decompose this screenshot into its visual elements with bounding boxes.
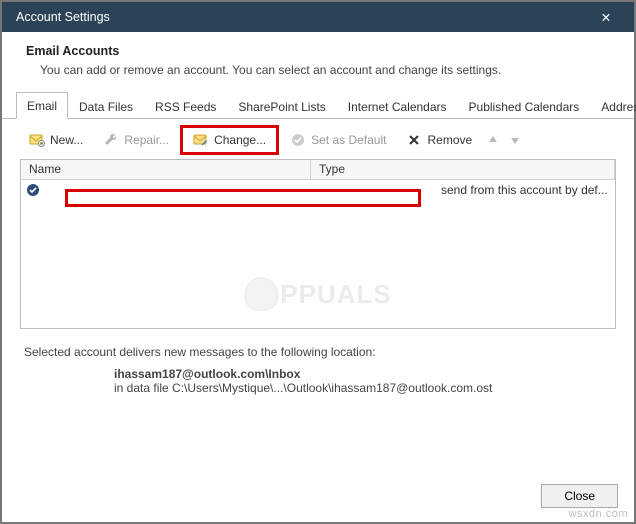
tab-internet-calendars[interactable]: Internet Calendars — [337, 93, 458, 119]
set-default-button-label: Set as Default — [311, 133, 386, 147]
account-name-redacted — [65, 189, 421, 207]
remove-button-label: Remove — [427, 133, 472, 147]
close-icon: ✕ — [601, 10, 611, 25]
wrench-icon — [103, 132, 119, 148]
delivery-location-label: Selected account delivers new messages t… — [24, 345, 612, 359]
delivery-path: in data file C:\Users\Mystique\...\Outlo… — [114, 381, 612, 395]
accounts-list: Name Type send from this account by def.… — [20, 159, 616, 329]
page-subtitle: You can add or remove an account. You ca… — [40, 63, 614, 77]
close-button[interactable]: Close — [541, 484, 618, 508]
change-button[interactable]: Change... — [182, 127, 277, 153]
window-close-button[interactable]: ✕ — [586, 2, 626, 32]
new-button-label: New... — [50, 133, 83, 147]
new-button[interactable]: New... — [22, 127, 90, 153]
tab-sharepoint-lists[interactable]: SharePoint Lists — [227, 93, 336, 119]
check-circle-icon — [290, 132, 306, 148]
mail-change-icon — [193, 132, 209, 148]
column-header-type[interactable]: Type — [311, 160, 615, 179]
tab-published-calendars[interactable]: Published Calendars — [458, 93, 591, 119]
account-type-text: send from this account by def... — [441, 183, 608, 197]
mail-new-icon — [29, 132, 45, 148]
delete-icon — [406, 132, 422, 148]
remove-button[interactable]: Remove — [399, 127, 479, 153]
watermark-site: wsxdn.com — [568, 508, 628, 520]
tab-rss-feeds[interactable]: RSS Feeds — [144, 93, 227, 119]
repair-button: Repair... — [96, 127, 176, 153]
tab-strip: Email Data Files RSS Feeds SharePoint Li… — [2, 91, 634, 119]
default-check-icon — [25, 182, 41, 198]
repair-button-label: Repair... — [124, 133, 169, 147]
tab-data-files[interactable]: Data Files — [68, 93, 144, 119]
window-title: Account Settings — [16, 10, 110, 24]
set-default-button: Set as Default — [283, 127, 393, 153]
column-header-name[interactable]: Name — [21, 160, 311, 179]
move-up-icon — [485, 132, 501, 148]
tab-address-books[interactable]: Address Books — [590, 93, 636, 119]
change-button-label: Change... — [214, 133, 266, 147]
move-down-icon — [507, 132, 523, 148]
toolbar: New... Repair... Change... Set as Defa — [2, 119, 634, 159]
account-row[interactable]: send from this account by def... — [21, 180, 615, 200]
delivery-folder: ihassam187@outlook.com\Inbox — [114, 367, 612, 381]
page-title: Email Accounts — [26, 44, 614, 58]
tab-email[interactable]: Email — [16, 92, 68, 119]
